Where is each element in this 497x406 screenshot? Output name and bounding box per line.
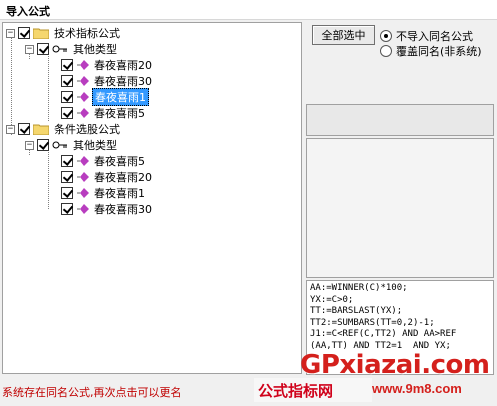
tree-item[interactable]: 春夜喜雨20: [61, 57, 154, 73]
tree-item[interactable]: 春夜喜雨30: [61, 201, 154, 217]
folder-icon: [33, 28, 49, 39]
checkbox[interactable]: [61, 91, 73, 103]
tree-group-label: 条件选股公式: [54, 123, 120, 136]
tree-item-label: 春夜喜雨30: [94, 203, 152, 216]
formula-icon: [77, 76, 89, 86]
tree-group-technical[interactable]: − 技术指标公式: [6, 25, 122, 41]
formula-icon: [77, 188, 89, 198]
tree-connector: [48, 53, 49, 121]
code-line: AA:=WINNER(C)*100;: [310, 283, 408, 293]
formula-tree[interactable]: − 技术指标公式 − 其他类型 春夜喜雨20 春夜喜雨30 春夜喜雨1 春夜喜雨…: [2, 22, 302, 374]
tree-item-label: 春夜喜雨20: [94, 171, 152, 184]
watermark-site: 公式指标网: [254, 378, 372, 402]
radio-button[interactable]: [380, 45, 392, 57]
code-line: YX:=C>0;: [310, 294, 354, 305]
formula-icon: [77, 108, 89, 118]
radio-label: 不导入同名公式: [396, 30, 473, 43]
window-title: 导入公式: [0, 0, 497, 20]
checkbox[interactable]: [37, 43, 49, 55]
checkbox[interactable]: [37, 139, 49, 151]
checkbox[interactable]: [61, 59, 73, 71]
code-line: TT:=BARSLAST(YX);: [310, 306, 403, 316]
collapse-icon[interactable]: −: [6, 28, 15, 38]
tree-item[interactable]: 春夜喜雨5: [61, 105, 147, 121]
tree-group-label: 技术指标公式: [54, 27, 120, 40]
description-panel: [306, 138, 494, 278]
checkbox[interactable]: [61, 171, 73, 183]
tree-item-selected[interactable]: 春夜喜雨1: [61, 88, 149, 106]
checkbox[interactable]: [18, 123, 30, 135]
tree-group-screening[interactable]: − 条件选股公式: [6, 121, 122, 137]
checkbox[interactable]: [61, 203, 73, 215]
collapse-icon[interactable]: −: [25, 44, 34, 54]
tree-item-label: 春夜喜雨5: [94, 107, 145, 120]
select-all-button[interactable]: 全部选中: [312, 25, 375, 45]
code-line: TT2:=SUMBARS(TT=0,2)-1;: [310, 317, 435, 328]
tree-item-label: 春夜喜雨1: [92, 88, 149, 106]
tree-subgroup-label: 其他类型: [73, 43, 117, 56]
formula-icon: [77, 204, 89, 214]
checkbox[interactable]: [18, 27, 30, 39]
formula-icon: [77, 60, 89, 70]
formula-icon: [77, 92, 89, 102]
tree-item[interactable]: 春夜喜雨1: [61, 185, 147, 201]
key-icon: [52, 45, 67, 53]
radio-overwrite[interactable]: 覆盖同名(非系统): [380, 43, 482, 59]
status-message: 系统存在同名公式,再次点击可以更名: [2, 386, 182, 399]
checkbox[interactable]: [61, 75, 73, 87]
tree-connector: [11, 35, 12, 135]
tree-item[interactable]: 春夜喜雨30: [61, 73, 154, 89]
checkbox[interactable]: [61, 187, 73, 199]
tree-subgroup-label: 其他类型: [73, 139, 117, 152]
radio-button[interactable]: [380, 30, 392, 42]
formula-icon: [77, 172, 89, 182]
tree-item-label: 春夜喜雨20: [94, 59, 152, 72]
radio-label: 覆盖同名(非系统): [396, 45, 482, 58]
tree-item-label: 春夜喜雨1: [94, 187, 145, 200]
tree-item[interactable]: 春夜喜雨5: [61, 153, 147, 169]
folder-icon: [33, 124, 49, 135]
tree-subgroup-other[interactable]: − 其他类型: [25, 137, 119, 153]
tree-subgroup-other[interactable]: − 其他类型: [25, 41, 119, 57]
checkbox[interactable]: [61, 155, 73, 167]
checkbox[interactable]: [61, 107, 73, 119]
info-panel: [306, 104, 494, 136]
collapse-icon[interactable]: −: [25, 140, 34, 150]
code-line: J1:=C<REF(C,TT2) AND AA>REF: [310, 329, 457, 339]
radio-skip-duplicates[interactable]: 不导入同名公式: [380, 28, 473, 44]
formula-icon: [77, 156, 89, 166]
key-icon: [52, 141, 67, 149]
tree-item-label: 春夜喜雨5: [94, 155, 145, 168]
watermark-url: www.9m8.com: [372, 381, 462, 396]
tree-item[interactable]: 春夜喜雨20: [61, 169, 154, 185]
tree-connector: [48, 149, 49, 209]
collapse-icon[interactable]: −: [6, 124, 15, 134]
tree-item-label: 春夜喜雨30: [94, 75, 152, 88]
watermark-brand: GPxiazai.com: [300, 350, 490, 380]
